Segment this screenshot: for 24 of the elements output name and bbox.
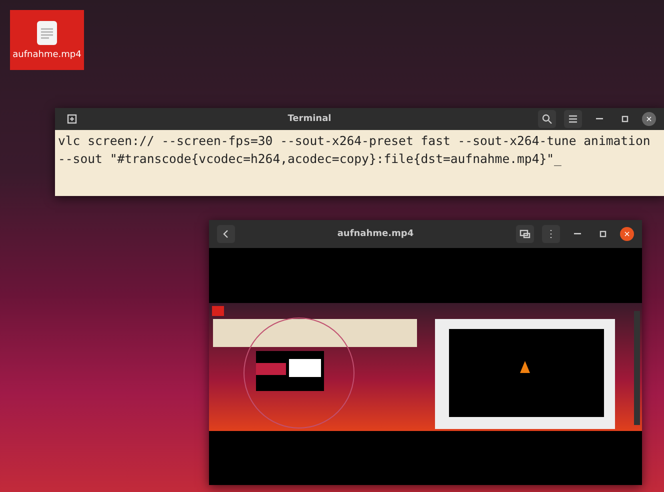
picture-in-picture-button[interactable] — [516, 225, 534, 243]
maximize-icon — [597, 228, 609, 240]
maximize-icon — [619, 113, 631, 125]
desktop-icon[interactable]: aufnahme.mp4 — [10, 10, 84, 70]
close-icon — [645, 115, 653, 123]
command-line: vlc screen:// --screen-fps=30 --sout-x264-preset fast --sout-x264-tune animation — [58, 133, 652, 150]
back-button[interactable] — [217, 225, 235, 243]
menu-icon — [567, 113, 579, 125]
window-title: aufnahme.mp4 — [336, 229, 415, 239]
search-button[interactable] — [538, 110, 556, 128]
command-line: --sout "#transcode{vcodec=h264,acodec=copy}:file{dst=aufnahme.mp4}"_ — [58, 151, 562, 168]
text-cursor: _ — [554, 152, 562, 166]
close-button[interactable] — [642, 112, 656, 126]
document-icon — [36, 20, 58, 46]
new-tab-icon — [66, 113, 78, 125]
minimize-icon — [596, 118, 602, 120]
window-title: Terminal — [286, 114, 332, 124]
minimize-icon — [574, 233, 580, 235]
close-icon — [623, 230, 631, 238]
menu-button[interactable] — [564, 110, 582, 128]
file-name: aufnahme.mp4 — [12, 50, 82, 60]
windows-icon — [519, 228, 531, 240]
close-button[interactable] — [620, 227, 634, 241]
search-icon — [541, 113, 553, 125]
